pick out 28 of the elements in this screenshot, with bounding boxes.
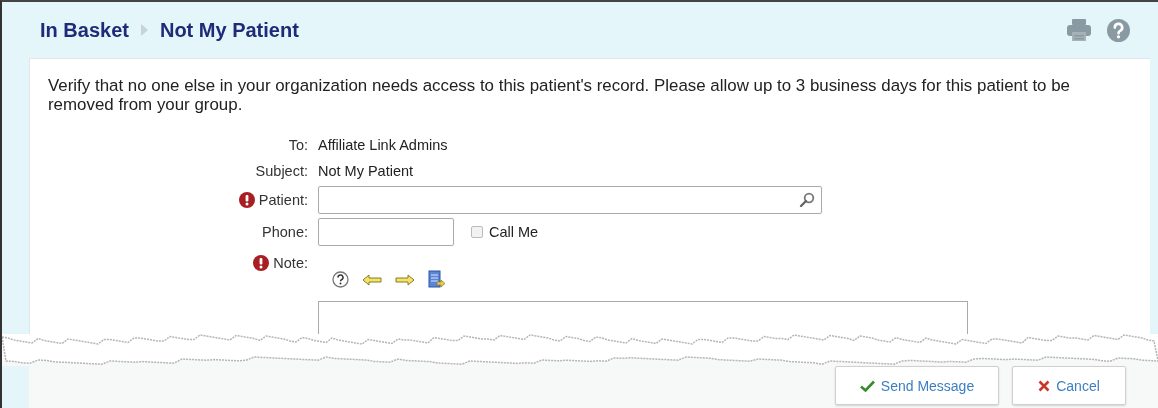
- field-value: Not My Patient: [318, 163, 414, 179]
- required-icon: [253, 255, 270, 271]
- checkmark-icon: [859, 379, 875, 392]
- left-arrow-icon[interactable]: [362, 273, 382, 286]
- patient-search-field[interactable]: [318, 186, 822, 214]
- cancel-button[interactable]: Cancel: [1012, 366, 1126, 405]
- field-label: To:: [288, 137, 308, 153]
- checkbox-label[interactable]: Call Me: [489, 224, 539, 240]
- field-value: Affiliate Link Admins: [318, 137, 448, 153]
- close-icon: [1038, 379, 1051, 392]
- printer-icon[interactable]: [1067, 19, 1091, 41]
- breadcrumb-link[interactable]: In Basket: [40, 18, 129, 42]
- phone-field[interactable]: [318, 218, 454, 246]
- help-circle-icon[interactable]: [332, 271, 349, 288]
- right-arrow-icon[interactable]: [395, 273, 415, 286]
- checkbox[interactable]: [471, 226, 483, 238]
- chevron-icon: [140, 24, 148, 36]
- search-icon[interactable]: [799, 192, 815, 208]
- field-label: Phone:: [262, 224, 308, 240]
- send-message-button[interactable]: Send Message: [835, 366, 999, 405]
- instructions-text: Verify that no one else in your organization needs access to this patient's record. Please allow up to 3 business days for this patient to be removed from your group.: [48, 76, 1071, 114]
- document-arrow-icon[interactable]: [428, 270, 446, 289]
- field-label: Patient:: [258, 192, 308, 208]
- field-label: Note:: [273, 255, 308, 271]
- page-title: Not My Patient: [159, 18, 299, 42]
- help-icon[interactable]: [1107, 18, 1130, 42]
- required-icon: [238, 192, 255, 208]
- field-label: Subject:: [255, 163, 308, 179]
